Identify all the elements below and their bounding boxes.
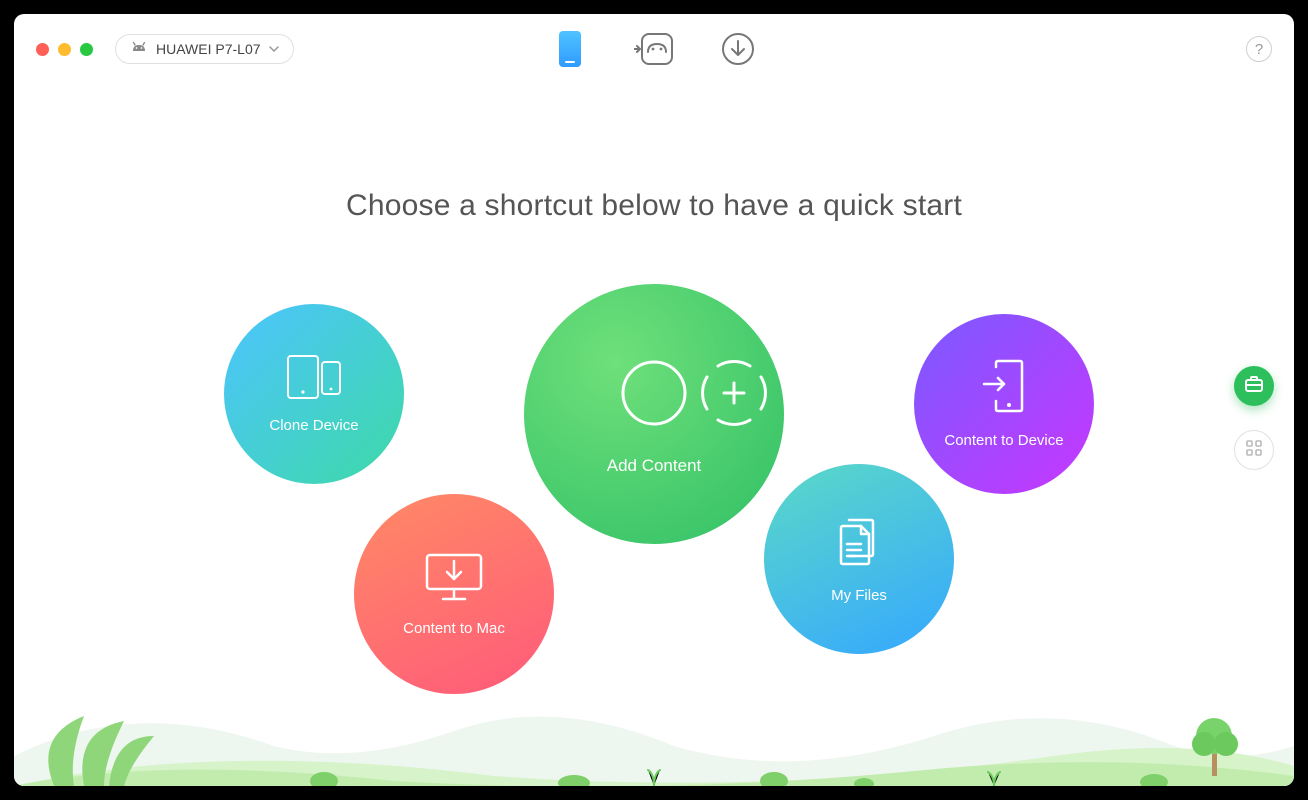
nav-download-tab[interactable] bbox=[718, 29, 758, 69]
window-maximize-button[interactable] bbox=[80, 43, 93, 56]
window-minimize-button[interactable] bbox=[58, 43, 71, 56]
category-grid-button[interactable] bbox=[1234, 430, 1274, 470]
nav-transfer-tab[interactable] bbox=[634, 29, 674, 69]
shortcut-label: Clone Device bbox=[269, 417, 358, 434]
android-icon bbox=[130, 42, 148, 56]
shortcut-label: Content to Device bbox=[944, 432, 1063, 449]
my-files-icon bbox=[831, 514, 887, 575]
shortcut-bubbles: Clone Device bbox=[14, 284, 1294, 704]
chevron-down-icon bbox=[269, 46, 279, 52]
shortcut-my-files[interactable]: My Files bbox=[764, 464, 954, 654]
nav-device-tab[interactable] bbox=[550, 29, 590, 69]
shortcut-label: My Files bbox=[831, 587, 887, 604]
top-nav bbox=[550, 29, 758, 69]
content-to-device-icon bbox=[980, 359, 1028, 420]
app-window: HUAWEI P7-L07 bbox=[14, 14, 1294, 786]
device-name-label: HUAWEI P7-L07 bbox=[156, 41, 261, 57]
add-content-icon bbox=[614, 353, 694, 438]
shortcut-label: Add Content bbox=[607, 456, 702, 476]
help-button[interactable]: ? bbox=[1246, 36, 1272, 62]
title-bar: HUAWEI P7-L07 bbox=[14, 14, 1294, 84]
shortcut-label: Content to Mac bbox=[403, 620, 505, 637]
briefcase-icon bbox=[1244, 375, 1264, 398]
content-to-mac-icon bbox=[423, 551, 485, 608]
shortcut-clone-device[interactable]: Clone Device bbox=[224, 304, 404, 484]
clone-device-icon bbox=[286, 354, 342, 405]
toolbox-button[interactable] bbox=[1234, 366, 1274, 406]
window-close-button[interactable] bbox=[36, 43, 49, 56]
page-heading: Choose a shortcut below to have a quick … bbox=[14, 189, 1294, 223]
device-dropdown[interactable]: HUAWEI P7-L07 bbox=[115, 34, 294, 64]
help-label: ? bbox=[1255, 41, 1263, 58]
shortcut-content-to-mac[interactable]: Content to Mac bbox=[354, 494, 554, 694]
grid-icon bbox=[1245, 439, 1263, 462]
window-controls bbox=[36, 43, 93, 56]
shortcut-content-to-device[interactable]: Content to Device bbox=[914, 314, 1094, 494]
side-buttons bbox=[1234, 366, 1274, 470]
shortcut-add-content[interactable]: Add Content bbox=[524, 284, 784, 544]
